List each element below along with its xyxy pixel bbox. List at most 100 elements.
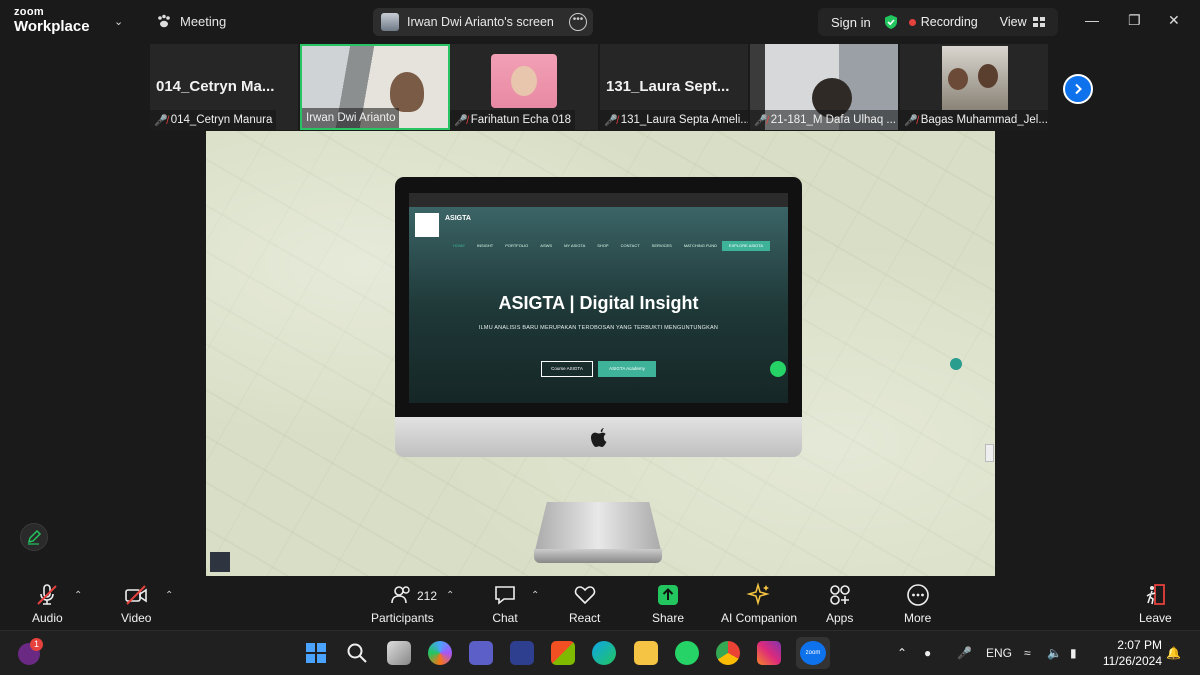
heart-icon bbox=[574, 586, 595, 605]
leave-icon bbox=[1146, 584, 1166, 605]
nav-item: MATCHING FUND bbox=[683, 243, 718, 248]
task-view-icon[interactable] bbox=[387, 641, 411, 665]
windows-taskbar: 1 zoom ⌃ ● 🎤 ENG ≈ 🔈 ▮ 2:07 PM 11/26/202… bbox=[0, 630, 1200, 675]
copilot-icon[interactable] bbox=[428, 641, 452, 665]
instagram-icon[interactable] bbox=[757, 641, 781, 665]
hero-subtitle: ILMU ANALISIS BARU MERUPAKAN TEROBOSAN Y… bbox=[478, 325, 719, 331]
annotate-button[interactable] bbox=[20, 523, 48, 551]
audio-button[interactable]: Audio bbox=[32, 582, 63, 625]
share-screen-icon bbox=[658, 585, 679, 605]
title-bar: zoom Workplace ⌄ Meeting Irwan Dwi Arian… bbox=[0, 0, 1200, 44]
video-button[interactable]: Video bbox=[121, 582, 151, 625]
presenter-avatar bbox=[381, 13, 399, 31]
view-button[interactable]: View bbox=[1000, 15, 1045, 29]
nav-item: INSIGHT bbox=[477, 243, 494, 248]
sparkle-icon bbox=[746, 582, 770, 606]
edge-icon[interactable] bbox=[592, 641, 616, 665]
language-indicator[interactable]: ENG bbox=[986, 646, 1012, 660]
website-screen: ASIGTA HOME INSIGHT PORTFOLIO ASWS MY AS… bbox=[409, 193, 788, 403]
audio-label: Audio bbox=[32, 611, 63, 625]
imac-foot bbox=[534, 549, 662, 563]
video-options-caret[interactable]: ⌃ bbox=[165, 590, 173, 601]
start-menu-icon[interactable] bbox=[304, 641, 328, 665]
asigta-logo bbox=[415, 213, 439, 237]
bell-icon[interactable]: 🔔 bbox=[1166, 646, 1181, 660]
search-icon[interactable] bbox=[345, 641, 369, 665]
participant-name-bar: Irwan Dwi Arianto bbox=[302, 108, 400, 128]
zoom-workplace-logo: zoom Workplace bbox=[14, 7, 90, 35]
audio-options-caret[interactable]: ⌃ bbox=[74, 590, 82, 601]
floating-dot-icon[interactable] bbox=[950, 358, 962, 370]
chrome-icon[interactable] bbox=[716, 641, 740, 665]
recording-indicator[interactable]: Recording bbox=[908, 15, 978, 29]
minimize-icon[interactable]: — bbox=[1085, 12, 1099, 28]
video-off-icon bbox=[125, 585, 148, 605]
thumbnail-square[interactable] bbox=[210, 552, 230, 572]
close-icon[interactable]: ✕ bbox=[1168, 12, 1180, 29]
next-page-button[interactable] bbox=[1063, 74, 1093, 104]
academy-button: ASIGTA Academy bbox=[598, 361, 656, 377]
mic-icon[interactable]: 🎤 bbox=[957, 646, 972, 660]
shared-screen[interactable]: ASIGTA HOME INSIGHT PORTFOLIO ASWS MY AS… bbox=[206, 131, 995, 576]
participant-tile[interactable]: 🎤̸ 21-181_M Dafa Ulhaq ... bbox=[750, 44, 900, 130]
wifi-icon[interactable]: ≈ bbox=[1024, 646, 1031, 660]
more-button[interactable]: More bbox=[904, 582, 931, 625]
mic-muted-icon: 🎤̸ bbox=[454, 114, 468, 127]
teams-icon[interactable] bbox=[469, 641, 493, 665]
volume-icon[interactable]: 🔈 bbox=[1047, 646, 1062, 660]
course-button: Course ASIGTA bbox=[541, 361, 593, 377]
participants-options-caret[interactable]: ⌃ bbox=[446, 590, 454, 601]
time: 2:07 PM bbox=[1117, 638, 1162, 652]
zoom-taskbar-item[interactable]: zoom bbox=[796, 637, 830, 669]
share-button[interactable]: Share bbox=[652, 582, 684, 625]
imac-mockup: ASIGTA HOME INSIGHT PORTFOLIO ASWS MY AS… bbox=[395, 177, 802, 563]
restore-icon[interactable]: ❐ bbox=[1128, 12, 1141, 29]
chat-button[interactable]: Chat bbox=[492, 582, 518, 625]
more-options-icon[interactable]: ••• bbox=[569, 13, 587, 31]
chat-options-caret[interactable]: ⌃ bbox=[531, 590, 539, 601]
apps-button[interactable]: Apps bbox=[826, 582, 853, 625]
participant-tile[interactable]: 🎤̸ Bagas Muhammad_Jel... bbox=[900, 44, 1050, 130]
more-label: More bbox=[904, 611, 932, 625]
participant-name-bar: 🎤̸ Bagas Muhammad_Jel... bbox=[900, 110, 1048, 130]
participants-label: Participants bbox=[371, 611, 434, 625]
nav-item: PORTFOLIO bbox=[505, 243, 529, 248]
imac-frame: ASIGTA HOME INSIGHT PORTFOLIO ASWS MY AS… bbox=[395, 177, 802, 417]
mic-muted-icon: 🎤̸ bbox=[904, 114, 918, 127]
participant-label: Bagas Muhammad_Jel... bbox=[920, 114, 1048, 126]
participant-name-bar: 🎤̸ 131_Laura Septa Ameli... bbox=[600, 110, 748, 130]
nav-item: SERVICES bbox=[651, 243, 672, 248]
view-label: View bbox=[999, 15, 1027, 29]
screen-share-label: Irwan Dwi Arianto's screen bbox=[407, 15, 554, 29]
ai-companion-label: AI Companion bbox=[721, 611, 798, 625]
shield-check-icon[interactable] bbox=[883, 14, 899, 30]
ai-companion-button[interactable]: AI Companion bbox=[721, 582, 797, 625]
mic-muted-icon: 🎤̸ bbox=[154, 114, 168, 127]
meeting-label: Meeting bbox=[180, 13, 227, 29]
participant-tile[interactable]: 🎤̸ Farihatun Echa 018 bbox=[450, 44, 600, 130]
tray-overflow-icon[interactable]: ⌃ bbox=[897, 646, 907, 660]
meeting-tab[interactable]: Meeting bbox=[156, 13, 226, 29]
participant-tile-active[interactable]: Irwan Dwi Arianto bbox=[300, 44, 450, 130]
app-icon[interactable] bbox=[510, 641, 534, 665]
react-button[interactable]: React bbox=[569, 582, 600, 625]
screen-share-indicator[interactable]: Irwan Dwi Arianto's screen ••• bbox=[373, 8, 593, 36]
participant-video bbox=[390, 72, 424, 112]
chat-label: Chat bbox=[492, 611, 518, 625]
battery-icon[interactable]: ▮ bbox=[1070, 646, 1077, 660]
sign-in-button[interactable]: Sign in bbox=[831, 15, 871, 30]
clock[interactable]: 2:07 PM 11/26/2024 bbox=[1096, 637, 1162, 669]
video-label: Video bbox=[121, 611, 152, 625]
camera-off-icon[interactable]: ● bbox=[924, 646, 931, 660]
store-icon[interactable] bbox=[551, 641, 575, 665]
file-explorer-icon[interactable] bbox=[634, 641, 658, 665]
meeting-toolbar: Audio ⌃ Video ⌃ Participants 212 ⌃ Chat … bbox=[0, 576, 1200, 630]
participant-tile[interactable]: 131_Laura Sept... 🎤̸ 131_Laura Septa Amel… bbox=[600, 44, 750, 130]
chevron-right-icon bbox=[1075, 83, 1082, 95]
chevron-down-icon[interactable]: ⌄ bbox=[114, 15, 123, 28]
side-control[interactable] bbox=[985, 444, 994, 462]
participant-tile[interactable]: 014_Cetryn Ma... 🎤̸ 014_Cetryn Manura bbox=[150, 44, 300, 130]
participant-video bbox=[491, 54, 557, 108]
whatsapp-icon[interactable] bbox=[675, 641, 699, 665]
leave-button[interactable]: Leave bbox=[1139, 582, 1172, 625]
